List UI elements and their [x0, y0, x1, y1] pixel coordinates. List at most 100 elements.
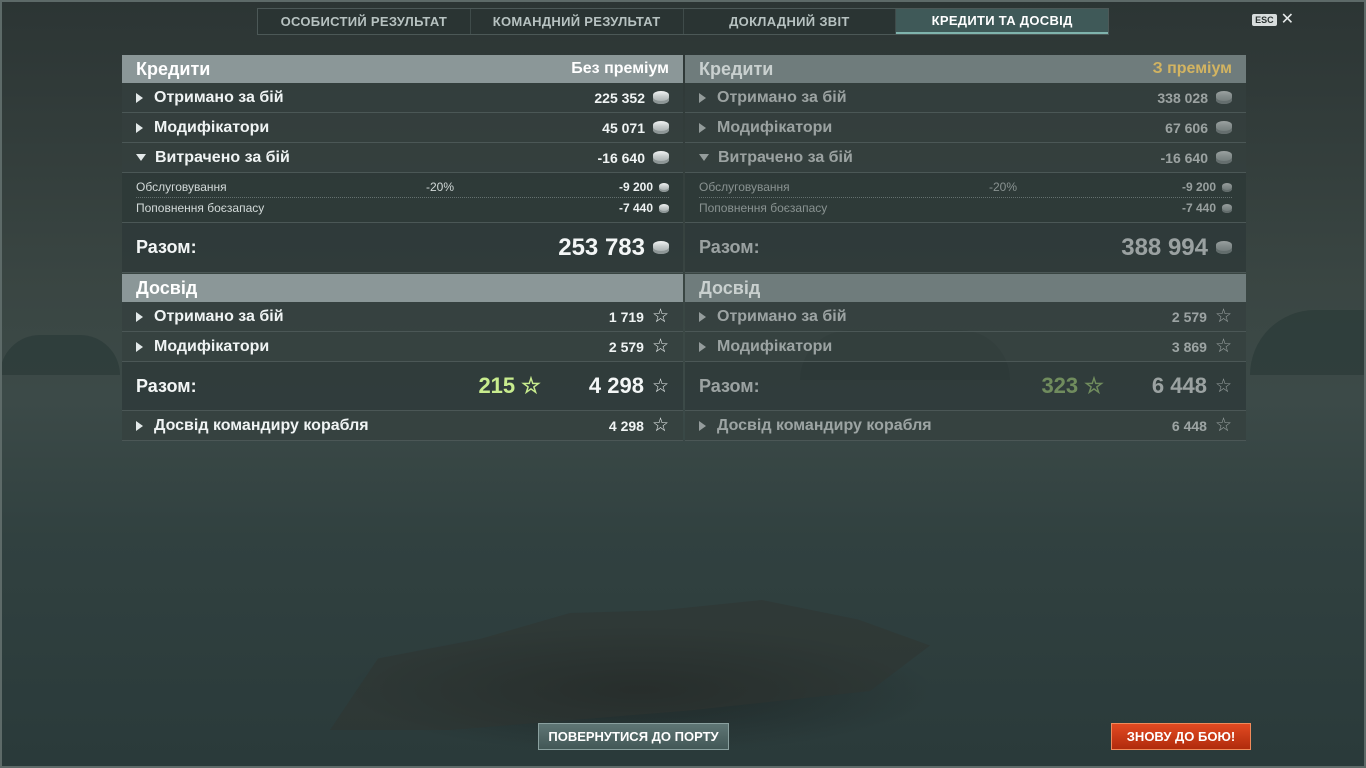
expense-value: -7 440 [1181, 201, 1216, 215]
credits-row-modifiers[interactable]: Модифікатори 45 071 [122, 113, 683, 143]
star-icon: ☆ [1214, 415, 1232, 436]
credits-row-spent[interactable]: Витрачено за бій -16 640 [685, 143, 1246, 173]
expand-icon [136, 420, 143, 431]
row-value: 2 579 [1171, 308, 1207, 325]
star-icon: ☆ [1214, 375, 1232, 397]
expense-label: Обслуговування [136, 180, 227, 194]
xp-total: Разом: 215 ☆ 4 298 ☆ [122, 362, 683, 411]
credit-coin-icon [1222, 203, 1232, 213]
star-icon: ☆ [1214, 306, 1232, 327]
free-xp-value: 215 [478, 373, 516, 398]
expand-icon [699, 92, 706, 103]
panel-with-premium: Кредити З преміум Отримано за бій 338 02… [685, 55, 1246, 441]
commander-xp-row[interactable]: Досвід командиру корабля 6 448 ☆ [685, 411, 1246, 441]
tab-bar: ОСОБИСТИЙ РЕЗУЛЬТАТ КОМАНДНИЙ РЕЗУЛЬТАТ … [257, 8, 1109, 35]
tab-detailed-report[interactable]: ДОКЛАДНИЙ ЗВІТ [684, 9, 897, 34]
xp-title: Досвід [136, 277, 198, 298]
expand-icon [136, 122, 143, 133]
credit-coin-icon [653, 241, 669, 254]
row-label: Модифікатори [154, 337, 270, 355]
row-value: 338 028 [1157, 89, 1208, 106]
credits-row-earned[interactable]: Отримано за бій 338 028 [685, 83, 1246, 113]
expenses-list: Обслуговування -20% -9 200 Поповнення бо… [122, 173, 683, 223]
expand-icon [136, 311, 143, 322]
credits-title: Кредити [136, 58, 211, 79]
credits-total: Разом: 253 783 [122, 223, 683, 273]
row-label: Модифікатори [717, 337, 833, 355]
xp-row-modifiers[interactable]: Модифікатори 3 869 ☆ [685, 332, 1246, 362]
credits-row-modifiers[interactable]: Модифікатори 67 606 [685, 113, 1246, 143]
expense-label: Поповнення боєзапасу [136, 201, 265, 215]
credit-coin-icon [1216, 91, 1232, 104]
row-value: -16 640 [1160, 149, 1208, 166]
tab-personal-result[interactable]: ОСОБИСТИЙ РЕЗУЛЬТАТ [258, 9, 471, 34]
row-label: Витрачено за бій [155, 148, 290, 166]
row-value: 45 071 [602, 119, 645, 136]
expense-row-service: Обслуговування -20% -9 200 [699, 177, 1232, 198]
credit-coin-icon [1216, 121, 1232, 134]
collapse-icon [136, 154, 146, 161]
total-value: 388 994 [1121, 233, 1208, 261]
row-label: Досвід командиру корабля [717, 416, 932, 434]
tab-credits-and-xp[interactable]: КРЕДИТИ ТА ДОСВІД [896, 9, 1108, 34]
expense-row-ammo: Поповнення боєзапасу -7 440 [699, 198, 1232, 218]
row-value: 2 579 [608, 338, 644, 355]
total-label: Разом: [136, 375, 197, 396]
expand-icon [136, 92, 143, 103]
xp-row-earned[interactable]: Отримано за бій 2 579 ☆ [685, 302, 1246, 332]
account-type-label: З преміум [1152, 60, 1232, 77]
star-icon: ☆ [651, 306, 669, 327]
tab-team-result[interactable]: КОМАНДНИЙ РЕЗУЛЬТАТ [471, 9, 684, 34]
xp-total: Разом: 323 ☆ 6 448 ☆ [685, 362, 1246, 411]
expense-value: -9 200 [1181, 180, 1216, 194]
credits-row-earned[interactable]: Отримано за бій 225 352 [122, 83, 683, 113]
row-value: 3 869 [1171, 338, 1207, 355]
expense-percent: -20% [426, 180, 455, 194]
credits-header: Кредити Без преміум [122, 55, 683, 83]
expense-row-service: Обслуговування -20% -9 200 [136, 177, 669, 198]
esc-key-icon: ESC [1252, 14, 1277, 26]
battle-again-button[interactable]: ЗНОВУ ДО БОЮ! [1111, 723, 1251, 750]
expand-icon [699, 341, 706, 352]
expense-row-ammo: Поповнення боєзапасу -7 440 [136, 198, 669, 218]
credit-coin-icon [659, 182, 669, 192]
star-icon: ☆ [651, 336, 669, 357]
xp-total-value: 4 298 [588, 373, 644, 398]
xp-title: Досвід [699, 277, 761, 298]
credits-title: Кредити [699, 58, 774, 79]
row-label: Витрачено за бій [718, 148, 853, 166]
close-button[interactable]: ESC ✕ [1252, 11, 1294, 28]
row-value: 6 448 [1171, 417, 1207, 434]
row-value: 4 298 [608, 417, 644, 434]
row-value: 1 719 [608, 308, 644, 325]
return-to-port-button[interactable]: ПОВЕРНУТИСЯ ДО ПОРТУ [538, 723, 729, 750]
credit-coin-icon [659, 203, 669, 213]
row-value: 225 352 [594, 89, 645, 106]
commander-xp-row[interactable]: Досвід командиру корабля 4 298 ☆ [122, 411, 683, 441]
xp-row-modifiers[interactable]: Модифікатори 2 579 ☆ [122, 332, 683, 362]
account-type-label: Без преміум [571, 60, 669, 77]
close-icon: ✕ [1280, 11, 1294, 28]
row-value: -16 640 [597, 149, 645, 166]
credit-coin-icon [1216, 151, 1232, 164]
expense-percent: -20% [989, 180, 1018, 194]
row-label: Отримано за бій [717, 307, 847, 325]
star-icon: ☆ [1214, 336, 1232, 357]
expense-value: -9 200 [618, 180, 653, 194]
credit-coin-icon [653, 121, 669, 134]
credit-coin-icon [1216, 241, 1232, 254]
background-island-right [1250, 310, 1366, 375]
expand-icon [699, 420, 706, 431]
credits-row-spent[interactable]: Витрачено за бій -16 640 [122, 143, 683, 173]
background-ship [330, 600, 930, 730]
free-xp-star-icon: ☆ [1084, 373, 1104, 398]
credits-header: Кредити З преміум [685, 55, 1246, 83]
expand-icon [699, 122, 706, 133]
total-value: 253 783 [558, 233, 645, 261]
xp-row-earned[interactable]: Отримано за бій 1 719 ☆ [122, 302, 683, 332]
expand-icon [136, 341, 143, 352]
total-label: Разом: [699, 375, 760, 396]
row-label: Отримано за бій [154, 88, 284, 106]
free-xp-value: 323 [1041, 373, 1079, 398]
free-xp-star-icon: ☆ [521, 373, 541, 398]
